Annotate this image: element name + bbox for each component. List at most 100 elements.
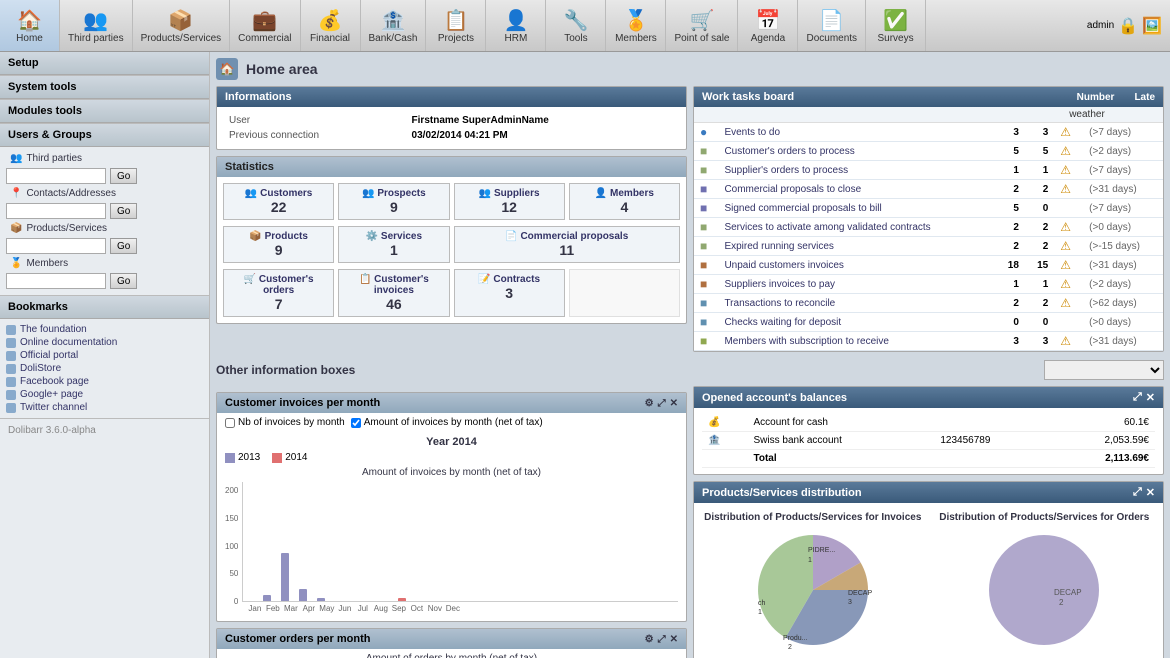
sidebar-setup-title[interactable]: Setup [0, 52, 209, 75]
bookmark-official-portal[interactable]: Official portal [6, 349, 203, 362]
work-tasks-box: Work tasks board Number Late weather ● E… [693, 86, 1164, 352]
products-search-input[interactable] [6, 238, 106, 254]
nav-products-services[interactable]: 📦 Products/Services [133, 0, 231, 51]
task-row: ■ Services to activate among validated c… [694, 218, 1163, 237]
accounts-resize-icon[interactable]: ⤢ [1133, 391, 1142, 404]
stat-members[interactable]: 👤 Members 4 [569, 183, 680, 220]
task-label[interactable]: Customer's orders to process [718, 142, 995, 161]
go-row-contacts: Go [6, 203, 203, 219]
task-label[interactable]: Supplier's orders to process [718, 161, 995, 180]
task-label[interactable]: Expired running services [718, 237, 995, 256]
members-go-button[interactable]: Go [110, 273, 137, 289]
contacts-go-button[interactable]: Go [110, 203, 137, 219]
nav-hrm[interactable]: 👤 HRM [486, 0, 546, 51]
accounts-close-icon[interactable]: ✕ [1146, 391, 1155, 404]
legend-2014: 2014 [272, 452, 307, 463]
stat-contracts[interactable]: 📝 Contracts 3 [454, 269, 565, 317]
stat-commercial-proposals[interactable]: 📄 Commercial proposals 11 [454, 226, 681, 263]
dolibarr-version: Dolibarr 3.6.0-alpha [0, 419, 209, 442]
nb-invoices-checkbox[interactable] [225, 418, 235, 428]
sidebar-link-third-parties[interactable]: 👥 Third parties [6, 151, 203, 166]
task-late-text: (>-15 days) [1083, 237, 1163, 256]
opened-accounts-header: Opened account's balances ⤢ ✕ [694, 387, 1163, 408]
stat-customer-orders[interactable]: 🛒 Customer's orders 7 [223, 269, 334, 317]
stat-services[interactable]: ⚙️ Services 1 [338, 226, 449, 263]
distribution-close-icon[interactable]: ✕ [1146, 486, 1155, 499]
task-number: 0 [996, 313, 1025, 332]
nav-agenda[interactable]: 📅 Agenda [738, 0, 798, 51]
third-parties-go-button[interactable]: Go [110, 168, 137, 184]
task-status-icon: ■ [694, 218, 718, 237]
task-label[interactable]: Unpaid customers invoices [718, 256, 995, 275]
bookmark-facebook[interactable]: Facebook page [6, 375, 203, 388]
task-late-number: 3 [1025, 332, 1054, 351]
svg-text:2: 2 [1059, 598, 1064, 607]
sidebar-section-system-tools: System tools [0, 76, 209, 100]
bookmark-online-docs[interactable]: Online documentation [6, 336, 203, 349]
sidebar-bookmarks-title[interactable]: Bookmarks [0, 296, 209, 319]
bookmark-dolistore[interactable]: DoliStore [6, 362, 203, 375]
sidebar-system-tools-title[interactable]: System tools [0, 76, 209, 99]
sidebar-users-groups-title[interactable]: Users & Groups [0, 124, 209, 147]
warn-icon: ⚠ [1060, 144, 1071, 158]
task-label[interactable]: Transactions to reconcile [718, 294, 995, 313]
top-content-grid: Informations User Firstname SuperAdminNa… [216, 86, 1164, 352]
task-label[interactable]: Events to do [718, 123, 995, 142]
account-row-cash: 💰 Account for cash 60.1€ [702, 414, 1155, 432]
chart-controls: Nb of invoices by month Amount of invoic… [217, 413, 686, 432]
distribution-resize-icon[interactable]: ⤢ [1133, 486, 1142, 499]
task-row: ■ Checks waiting for deposit 0 0 (>0 day… [694, 313, 1163, 332]
contacts-search-input[interactable] [6, 203, 106, 219]
task-label[interactable]: Commercial proposals to close [718, 180, 995, 199]
sidebar-link-members[interactable]: 🏅 Members [6, 256, 203, 271]
task-label[interactable]: Members with subscription to receive [718, 332, 995, 351]
bookmark-icon [6, 351, 16, 361]
sidebar-link-products-services[interactable]: 📦 Products/Services [6, 221, 203, 236]
nav-third-parties[interactable]: 👥 Third parties [60, 0, 133, 51]
bookmark-twitter[interactable]: Twitter channel [6, 401, 203, 414]
nav-point-of-sale[interactable]: 🛒 Point of sale [666, 0, 738, 51]
task-label[interactable]: Services to activate among validated con… [718, 218, 995, 237]
warn-icon: ⚠ [1060, 239, 1071, 253]
stat-prospects[interactable]: 👥 Prospects 9 [338, 183, 449, 220]
nav-commercial[interactable]: 💼 Commercial [230, 0, 300, 51]
nav-bank-cash[interactable]: 🏦 Bank/Cash [361, 0, 427, 51]
stat-customers[interactable]: 👥 Customers 22 [223, 183, 334, 220]
stat-products[interactable]: 📦 Products 9 [223, 226, 334, 263]
info-row-prev-conn: Previous connection 03/02/2014 04:21 PM [225, 128, 678, 143]
right-column: Work tasks board Number Late weather ● E… [693, 86, 1164, 352]
task-label[interactable]: Checks waiting for deposit [718, 313, 995, 332]
stat-customer-invoices[interactable]: 📋 Customer's invoices 46 [338, 269, 449, 317]
bar-group [389, 598, 406, 601]
third-parties-search-input[interactable] [6, 168, 106, 184]
nav-home[interactable]: 🏠 Home [0, 0, 60, 51]
chart-resize-icon[interactable]: ⤢ [658, 398, 666, 409]
task-label[interactable]: Signed commercial proposals to bill [718, 199, 995, 218]
bookmark-foundation[interactable]: The foundation [6, 323, 203, 336]
task-label[interactable]: Suppliers invoices to pay [718, 275, 995, 294]
chart-close-icon[interactable]: ✕ [670, 398, 678, 409]
nav-tools[interactable]: 🔧 Tools [546, 0, 606, 51]
pie-label-pidre: PIDRE... [808, 547, 835, 554]
informations-header: Informations [217, 87, 686, 107]
stat-suppliers[interactable]: 👥 Suppliers 12 [454, 183, 565, 220]
orders-close-icon[interactable]: ✕ [670, 634, 678, 645]
sidebar-modules-tools-title[interactable]: Modules tools [0, 100, 209, 123]
orders-resize-icon[interactable]: ⤢ [658, 634, 666, 645]
bar-month-label: Mar [282, 604, 299, 613]
members-search-input[interactable] [6, 273, 106, 289]
amount-invoices-checkbox[interactable] [351, 418, 361, 428]
task-late-number: 2 [1025, 218, 1054, 237]
bottom-row: Customer invoices per month ⚙ ⤢ ✕ Nb of … [216, 386, 1164, 658]
other-info-filter-select[interactable] [1044, 360, 1164, 380]
sidebar-link-contacts[interactable]: 📍 Contacts/Addresses [6, 186, 203, 201]
nav-projects[interactable]: 📋 Projects [426, 0, 486, 51]
nav-members[interactable]: 🏅 Members [606, 0, 666, 51]
task-late-number: 0 [1025, 313, 1054, 332]
nav-surveys[interactable]: ✅ Surveys [866, 0, 926, 51]
svg-text:3: 3 [848, 599, 852, 606]
nav-documents[interactable]: 📄 Documents [798, 0, 866, 51]
nav-financial[interactable]: 💰 Financial [301, 0, 361, 51]
products-go-button[interactable]: Go [110, 238, 137, 254]
bookmark-googleplus[interactable]: Google+ page [6, 388, 203, 401]
